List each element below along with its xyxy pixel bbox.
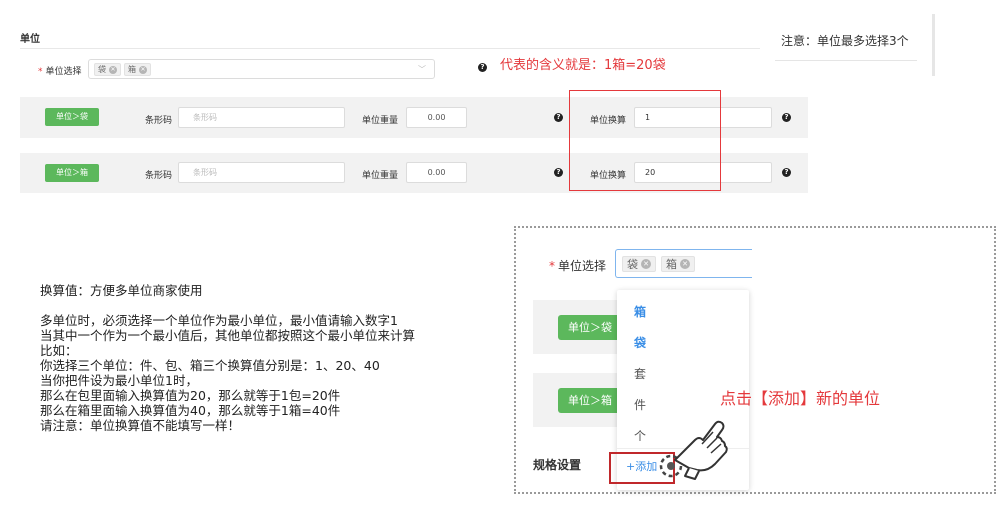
- spec-settings-label: 规格设置: [533, 458, 582, 472]
- dropdown-option-bag[interactable]: 袋: [634, 334, 646, 351]
- scrollbar-track[interactable]: [932, 14, 935, 76]
- zoom-unit-bag-button[interactable]: 单位＞袋: [558, 315, 622, 340]
- dropdown-option-set[interactable]: 套: [634, 365, 646, 382]
- zoom-unit-select-label: * 单位选择: [549, 259, 607, 273]
- unit-box-button[interactable]: 单位＞箱: [45, 164, 99, 182]
- section-title: 单位: [20, 34, 40, 45]
- unit-select-label: * 单位选择: [38, 67, 82, 77]
- unit-weight-label: 单位重量: [362, 116, 399, 126]
- unit-weight-label: 单位重量: [362, 171, 399, 181]
- explanation-text: 换算值：方便多单位商家使用 多单位时，必须选择一个单位作为最小单位，最小值请输入…: [40, 283, 416, 433]
- pointing-hand-icon: [659, 420, 728, 480]
- question-circle-icon[interactable]: ?: [782, 113, 791, 122]
- unit-weight-input[interactable]: 0.00: [406, 107, 467, 128]
- unit-tag: 箱 ✕: [124, 63, 151, 76]
- unit-tag: 袋 ✕: [94, 63, 121, 76]
- dropdown-option-box[interactable]: 箱: [634, 303, 646, 320]
- zoom-unit-box-button[interactable]: 单位＞箱: [558, 388, 622, 413]
- question-circle-icon[interactable]: ?: [554, 168, 563, 177]
- unit-weight-input[interactable]: 0.00: [406, 162, 467, 183]
- question-circle-icon[interactable]: ?: [782, 168, 791, 177]
- conversion-highlight-box: [569, 90, 721, 191]
- section-divider: [20, 48, 760, 49]
- close-circle-icon[interactable]: ✕: [139, 65, 147, 74]
- barcode-input[interactable]: 条形码: [178, 162, 345, 183]
- zoom-unit-select[interactable]: 袋 ✕ 箱 ✕: [615, 249, 752, 278]
- unit-tag: 箱 ✕: [661, 256, 695, 272]
- close-circle-icon[interactable]: ✕: [680, 259, 690, 269]
- unit-tag: 袋 ✕: [622, 256, 656, 272]
- chevron-down-icon[interactable]: ﹀: [418, 64, 426, 75]
- required-mark: *: [38, 67, 43, 77]
- unit-limit-note: 注意：单位最多选择3个: [781, 34, 909, 48]
- dropdown-option-item[interactable]: 个: [634, 427, 646, 444]
- dropdown-option-piece[interactable]: 件: [634, 396, 646, 413]
- barcode-label: 条形码: [145, 116, 173, 126]
- close-circle-icon[interactable]: ✕: [109, 65, 117, 74]
- note-divider: [775, 60, 917, 61]
- question-circle-icon[interactable]: ?: [554, 113, 563, 122]
- question-circle-icon[interactable]: ?: [478, 63, 487, 72]
- add-unit-callout: 点击【添加】新的单位: [720, 389, 881, 408]
- unit-select[interactable]: 袋 ✕ 箱 ✕ ﹀: [88, 59, 435, 79]
- barcode-label: 条形码: [145, 171, 173, 181]
- unit-bag-button[interactable]: 单位＞袋: [45, 108, 99, 126]
- meaning-annotation: 代表的含义就是：1箱=20袋: [500, 58, 666, 73]
- close-circle-icon[interactable]: ✕: [641, 259, 651, 269]
- barcode-input[interactable]: 条形码: [178, 107, 345, 128]
